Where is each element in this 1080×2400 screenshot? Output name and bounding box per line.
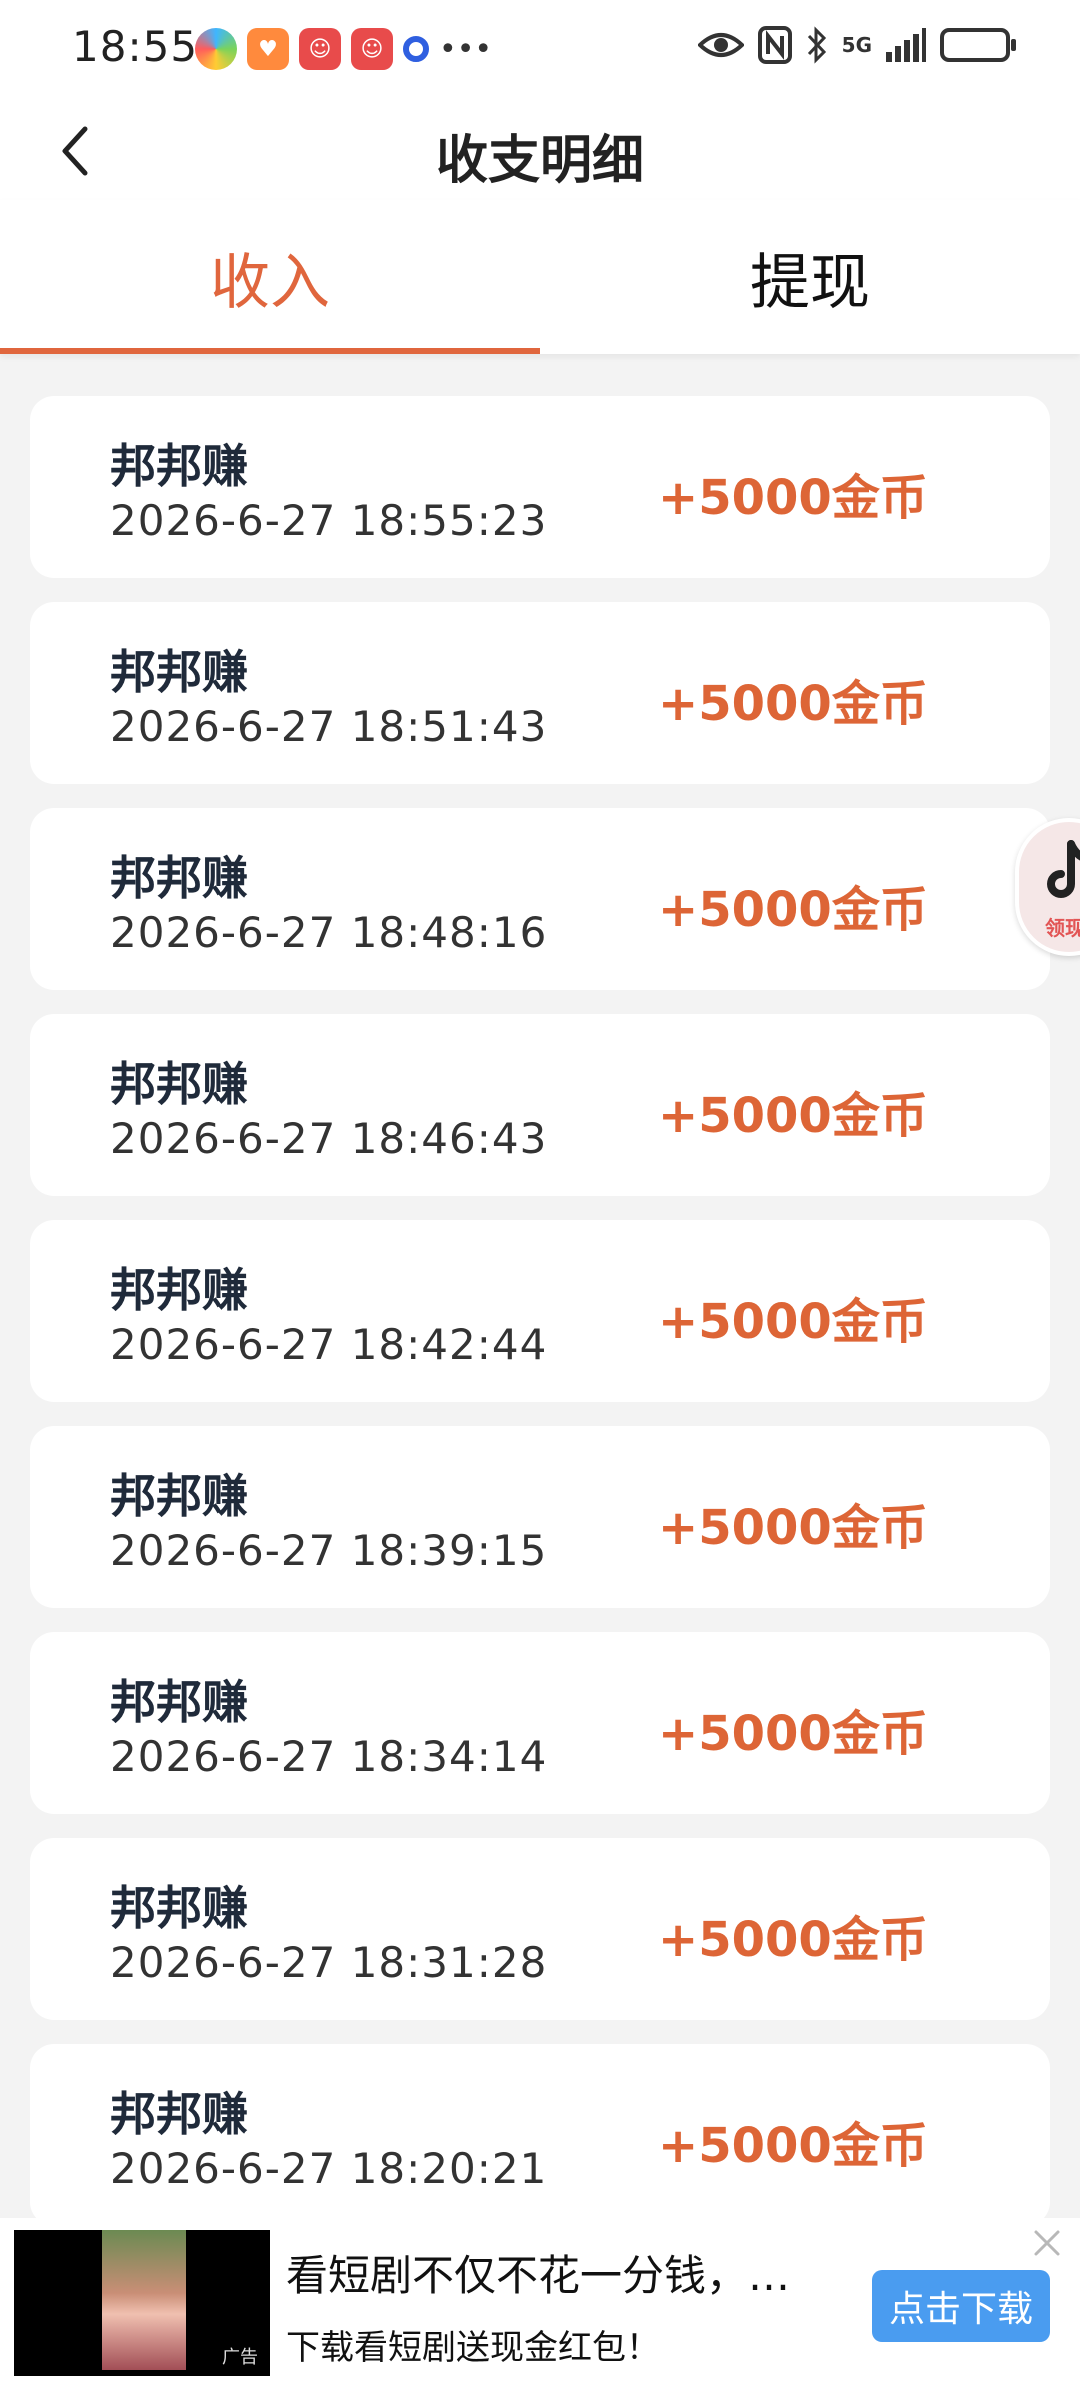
network-type: 5G	[841, 33, 872, 57]
record-amount: +5000金币	[658, 470, 928, 526]
heart-app-icon: ♥	[247, 28, 289, 70]
list-item: 邦邦赚 2026-6-27 18:48:16 +5000金币	[30, 808, 1050, 990]
list-item: 邦邦赚 2026-6-27 18:20:21 +5000金币	[30, 2044, 1050, 2226]
ad-video-frame	[102, 2230, 186, 2370]
status-time: 18:55	[72, 22, 199, 71]
shopping-app-icon-1: ☺	[299, 28, 341, 70]
active-tab-indicator	[0, 348, 540, 354]
page-title: 收支明细	[435, 131, 644, 191]
record-title: 邦邦赚	[110, 2087, 248, 2141]
record-amount: +5000金币	[658, 1088, 928, 1144]
record-title: 邦邦赚	[110, 1263, 248, 1317]
record-amount: +5000金币	[658, 1912, 928, 1968]
list-item: 邦邦赚 2026-6-27 18:42:44 +5000金币	[30, 1220, 1050, 1402]
app-header: 收支明细	[0, 100, 1080, 200]
list-item: 邦邦赚 2026-6-27 18:34:14 +5000金币	[30, 1632, 1050, 1814]
floating-widget-label: 领现	[1045, 916, 1080, 940]
record-time: 2026-6-27 18:42:44	[110, 1320, 548, 1369]
record-amount: +5000金币	[658, 676, 928, 732]
ad-thumbnail[interactable]: 广告	[14, 2230, 270, 2376]
record-time: 2026-6-27 18:39:15	[110, 1526, 548, 1575]
record-title: 邦邦赚	[110, 439, 248, 493]
notification-icons: ♥ ☺ ☺ •••	[195, 28, 492, 70]
signal-icon	[886, 28, 926, 62]
record-title: 邦邦赚	[110, 851, 248, 905]
download-button[interactable]: 点击下载	[872, 2270, 1050, 2342]
close-icon	[1034, 2230, 1060, 2256]
record-title: 邦邦赚	[110, 645, 248, 699]
ad-headline[interactable]: 看短剧不仅不花一分钱，还…	[286, 2242, 826, 2303]
list-item: 邦邦赚 2026-6-27 18:55:23 +5000金币	[30, 396, 1050, 578]
record-time: 2026-6-27 18:51:43	[110, 702, 548, 751]
record-amount: +5000金币	[658, 882, 928, 938]
circle-app-icon	[403, 36, 429, 62]
eye-icon	[697, 33, 744, 57]
tab-withdraw[interactable]: 提现	[540, 200, 1080, 354]
more-notifications-icon: •••	[439, 31, 493, 67]
record-title: 邦邦赚	[110, 1057, 248, 1111]
battery-icon	[940, 28, 1016, 62]
tab-withdraw-label: 提现	[750, 247, 870, 318]
ad-close-button[interactable]	[1030, 2226, 1064, 2260]
record-title: 邦邦赚	[110, 1881, 248, 1935]
list-item: 邦邦赚 2026-6-27 18:31:28 +5000金币	[30, 1838, 1050, 2020]
status-bar: 18:55 ♥ ☺ ☺ ••• 5G	[0, 0, 1080, 100]
record-amount: +5000金币	[658, 2118, 928, 2174]
list-item: 邦邦赚 2026-6-27 18:51:43 +5000金币	[30, 602, 1050, 784]
ad-subline[interactable]: 下载看短剧送现金红包！	[286, 2320, 660, 2369]
income-record-list: 邦邦赚 2026-6-27 18:55:23 +5000金币 邦邦赚 2026-…	[30, 396, 1050, 2250]
music-note-icon	[1047, 840, 1080, 898]
ad-banner[interactable]: 广告 看短剧不仅不花一分钱，还… 下载看短剧送现金红包！ 点击下载	[0, 2218, 1080, 2400]
nfc-icon	[757, 26, 792, 64]
record-time: 2026-6-27 18:31:28	[110, 1938, 548, 1987]
record-time: 2026-6-27 18:48:16	[110, 908, 548, 957]
ad-label: 广告	[216, 2342, 264, 2370]
app-store-icon	[195, 28, 237, 70]
system-status-icons: 5G	[697, 26, 1016, 64]
tab-bar: 收入 提现	[0, 200, 1080, 354]
record-amount: +5000金币	[658, 1500, 928, 1556]
bluetooth-icon	[807, 26, 826, 64]
list-item: 邦邦赚 2026-6-27 18:39:15 +5000金币	[30, 1426, 1050, 1608]
list-item: 邦邦赚 2026-6-27 18:46:43 +5000金币	[30, 1014, 1050, 1196]
record-amount: +5000金币	[658, 1706, 928, 1762]
record-time: 2026-6-27 18:46:43	[110, 1114, 548, 1163]
record-title: 邦邦赚	[110, 1675, 248, 1729]
record-title: 邦邦赚	[110, 1469, 248, 1523]
shopping-app-icon-2: ☺	[351, 28, 393, 70]
tab-income[interactable]: 收入	[0, 200, 540, 354]
record-amount: +5000金币	[658, 1294, 928, 1350]
record-time: 2026-6-27 18:34:14	[110, 1732, 548, 1781]
record-time: 2026-6-27 18:55:23	[110, 496, 548, 545]
tab-income-label: 收入	[210, 247, 330, 318]
record-time: 2026-6-27 18:20:21	[110, 2144, 548, 2193]
